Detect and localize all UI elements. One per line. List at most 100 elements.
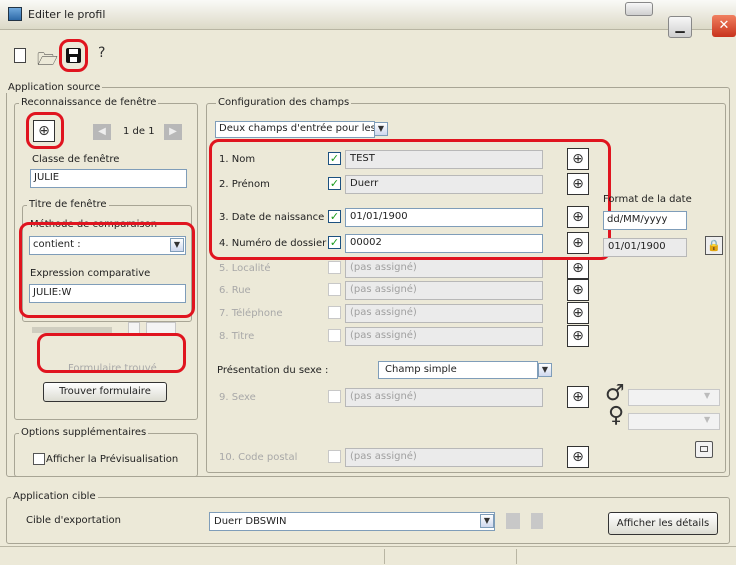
comparison-expression-label: Expression comparative [30,268,151,279]
profile-editor-window: Editer le profil ▁ ✕ 🗁 ? Application sou… [0,0,736,565]
field-checkbox [328,283,341,296]
disabled-spinner [146,322,176,334]
chevron-down-icon[interactable]: ▼ [480,514,494,528]
field-value: (pas assigné) [345,259,543,278]
window-recognition-legend: Reconnaissance de fenêtre [19,97,159,108]
field-label: 4. Numéro de dossier [219,238,327,249]
save-icon[interactable] [66,48,81,63]
postal-target-icon[interactable]: ⊕ [567,446,589,468]
field-value[interactable]: Duerr [345,175,543,194]
sex-field-label: 9. Sexe [219,392,256,403]
window-target-icon[interactable]: ⊕ [33,120,55,142]
sex-field-checkbox [328,390,341,403]
field-checkbox [328,306,341,319]
postal-field-checkbox [328,450,341,463]
target-application-legend: Application cible [11,491,98,502]
field-checkbox [328,261,341,274]
form-found-label: Formulaire trouvé [68,363,157,374]
preview-label: Afficher la Prévisualisation [46,454,179,465]
field-checkbox[interactable]: ✓ [328,236,341,249]
export-target-select[interactable]: Duerr DBSWIN [209,512,495,531]
sex-presentation-label: Présentation du sexe : [217,365,329,376]
extra-options-legend: Options supplémentaires [19,427,149,438]
field-target-icon[interactable]: ⊕ [567,206,589,228]
field-label: 2. Prénom [219,179,270,190]
field-checkbox[interactable]: ✓ [328,152,341,165]
field-target-icon[interactable]: ⊕ [567,232,589,254]
comparison-method-label: Méthode de comparaison [30,219,158,229]
date-preview-field: 01/01/1900 [603,238,687,257]
field-target-icon[interactable]: ⊕ [567,173,589,195]
field-mode-value: Deux champs d'entrée pour les [219,123,375,134]
sex-presentation-select[interactable]: Champ simple [378,361,538,379]
field-label: 3. Date de naissance [219,212,325,223]
status-bar [0,546,736,565]
prev-arrow-icon[interactable]: ◀ [93,124,111,140]
fields-config-legend: Configuration des champs [216,97,352,108]
disabled-row [32,327,112,333]
field-value[interactable]: 01/01/1900 [345,208,543,227]
window-title-legend: Titre de fenêtre [27,199,109,210]
sex-field-value: (pas assigné) [345,388,543,407]
field-mode-select[interactable]: Deux champs d'entrée pour les [215,121,375,138]
field-label: 8. Titre [219,331,255,342]
postal-field-value: (pas assigné) [345,448,543,467]
open-folder-icon[interactable]: 🗁 [37,47,58,76]
field-label: 5. Localité [219,263,271,274]
female-icon: ♀ [608,403,625,428]
new-file-icon[interactable] [14,48,26,63]
pager-label: 1 de 1 [123,126,155,137]
male-icon: ♂ [605,381,625,406]
comparison-expression-input[interactable]: JULIE:W [29,284,186,303]
postal-field-label: 10. Code postal [219,452,298,463]
help-button[interactable]: ? [98,45,105,61]
field-value: (pas assigné) [345,281,543,300]
field-target-icon[interactable]: ⊕ [567,257,589,279]
close-button[interactable]: ✕ [712,15,736,37]
field-checkbox [328,329,341,342]
field-target-icon[interactable]: ⊕ [567,279,589,301]
field-value[interactable]: TEST [345,150,543,169]
restore-button[interactable] [625,2,653,16]
folder-icon [506,513,520,529]
field-value: (pas assigné) [345,304,543,323]
next-arrow-icon[interactable]: ▶ [164,124,182,140]
field-checkbox[interactable]: ✓ [328,177,341,190]
chevron-down-icon[interactable]: ▼ [538,363,552,377]
disabled-checkbox [128,322,140,334]
window-class-label: Classe de fenêtre [32,154,120,165]
chevron-down-icon: ▼ [704,415,711,424]
lock-icon[interactable]: 🔒 [705,236,723,255]
chevron-down-icon: ▼ [704,391,711,400]
export-target-value: Duerr DBSWIN [214,516,287,527]
show-details-button[interactable]: Afficher les détails [608,512,718,535]
date-format-label: Format de la date [603,194,692,205]
window-class-input[interactable]: JULIE [30,169,187,188]
field-label: 7. Téléphone [219,308,283,319]
preview-checkbox[interactable] [33,453,45,465]
window-title: Editer le profil [28,8,106,21]
chevron-down-icon[interactable]: ▼ [170,238,184,252]
date-format-input[interactable]: dd/MM/yyyy [603,211,687,230]
window-icon[interactable] [695,441,713,458]
sex-presentation-value: Champ simple [385,364,457,375]
find-form-button[interactable]: Trouver formulaire [43,382,167,402]
trash-icon [531,513,543,529]
field-checkbox[interactable]: ✓ [328,210,341,223]
chevron-down-icon[interactable]: ▼ [374,122,388,136]
app-icon [8,7,22,21]
field-target-icon[interactable]: ⊕ [567,325,589,347]
export-target-label: Cible d'exportation [26,515,121,526]
field-value: (pas assigné) [345,327,543,346]
field-target-icon[interactable]: ⊕ [567,302,589,324]
minimize-button[interactable]: ▁ [668,16,692,38]
source-application-legend: Application source [6,82,103,93]
field-label: 1. Nom [219,154,256,165]
sex-target-icon[interactable]: ⊕ [567,386,589,408]
comparison-method-select[interactable]: contient : [29,236,186,255]
comparison-method-value: contient : [33,239,81,250]
field-value[interactable]: 00002 [345,234,543,253]
title-bar: Editer le profil ▁ ✕ [0,0,736,38]
field-label: 6. Rue [219,285,251,296]
field-target-icon[interactable]: ⊕ [567,148,589,170]
